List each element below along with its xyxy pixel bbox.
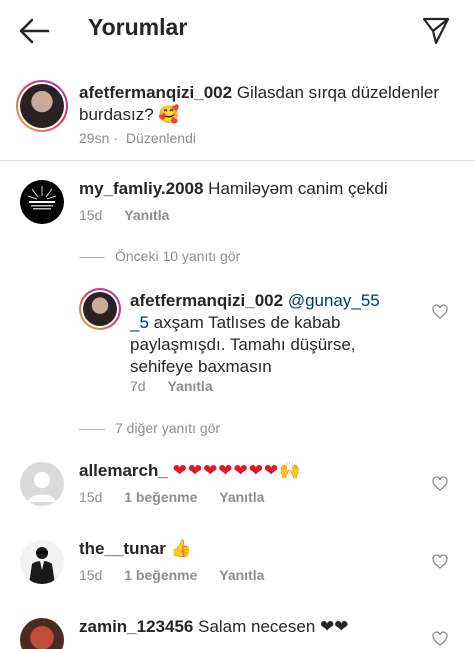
reply-username[interactable]: afetfermanqizi_002 xyxy=(130,291,283,310)
comment-text: the__tunar 👍 xyxy=(79,538,419,560)
reply-button[interactable]: Yanıtla xyxy=(167,378,212,394)
heart-outline-icon[interactable] xyxy=(432,304,448,320)
heart-outline-icon[interactable] xyxy=(432,476,448,492)
more-replies-label: 7 diğer yanıtı gör xyxy=(115,420,221,436)
send-icon[interactable] xyxy=(421,16,451,46)
avatar-person-icon xyxy=(29,547,55,584)
comment-body: Salam necesen ❤❤ xyxy=(198,617,349,636)
comment-text: zamin_123456 Salam necesen ❤❤ xyxy=(79,616,419,638)
avatar[interactable] xyxy=(20,180,64,224)
caption-time: 29sn xyxy=(79,130,110,146)
reply-button[interactable]: Yanıtla xyxy=(219,489,264,505)
heart-outline-icon[interactable] xyxy=(432,631,448,647)
comment-time: 15d xyxy=(79,567,103,583)
avatar[interactable] xyxy=(20,618,64,649)
comment-meta: 15d 1 beğenme Yanıtla xyxy=(79,567,282,583)
divider-line xyxy=(79,256,105,258)
comment-text: allemarch_ ❤❤❤❤❤❤❤🙌 xyxy=(79,460,419,482)
reply-time: 7d xyxy=(130,378,146,394)
avatar-burst-icon xyxy=(27,186,57,210)
comment-username[interactable]: allemarch_ xyxy=(79,461,168,480)
caption-edited: Düzenlendi xyxy=(125,130,196,146)
comment-username[interactable]: zamin_123456 xyxy=(79,617,193,636)
divider-line xyxy=(79,428,105,430)
reply-text: afetfermanqizi_002 @gunay_55_5 axşam Tat… xyxy=(130,290,382,378)
avatar[interactable] xyxy=(20,540,64,584)
comment-username[interactable]: my_famliy.2008 xyxy=(79,179,203,198)
post-caption: afetfermanqizi_002 Gilasdan sırqa düzeld… xyxy=(0,62,475,161)
comment-text: my_famliy.2008 Hamiləyəm canim çekdi xyxy=(79,178,439,200)
comment-body: Hamiləyəm canim çekdi xyxy=(208,179,388,198)
reply-body: axşam Tatlıses de kabab paylaşmışdı. Tam… xyxy=(130,313,356,376)
reply-meta: 7d Yanıtla xyxy=(130,378,231,394)
caption-username[interactable]: afetfermanqizi_002 xyxy=(79,83,232,102)
top-bar: Yorumlar xyxy=(0,0,475,62)
story-ring[interactable] xyxy=(79,288,121,330)
default-avatar-icon[interactable] xyxy=(20,462,64,506)
back-arrow-icon[interactable] xyxy=(18,16,50,46)
reply-button[interactable]: Yanıtla xyxy=(124,207,169,223)
comment-meta: 15d Yanıtla xyxy=(79,207,187,223)
comment-body: ❤❤❤❤❤❤❤🙌 xyxy=(172,461,302,480)
view-more-replies[interactable]: 7 diğer yanıtı gör xyxy=(79,420,220,436)
default-avatar-silhouette xyxy=(28,472,56,502)
avatar[interactable] xyxy=(20,84,64,128)
caption-text: afetfermanqizi_002 Gilasdan sırqa düzeld… xyxy=(79,82,459,126)
heart-outline-icon[interactable] xyxy=(432,554,448,570)
page-title: Yorumlar xyxy=(88,14,188,40)
view-replies-label: Önceki 10 yanıtı gör xyxy=(115,248,241,264)
comment-time: 15d xyxy=(79,207,103,223)
story-ring[interactable] xyxy=(16,80,68,132)
reply-button[interactable]: Yanıtla xyxy=(219,567,264,583)
comment-body: 👍 xyxy=(170,539,192,558)
view-previous-replies[interactable]: Önceki 10 yanıtı gör xyxy=(79,248,240,264)
comment-username[interactable]: the__tunar xyxy=(79,539,166,558)
comment-time: 15d xyxy=(79,489,103,505)
likes-count[interactable]: 1 beğenme xyxy=(124,489,197,505)
avatar[interactable] xyxy=(83,292,117,326)
caption-meta: 29sn · Düzenlendi xyxy=(79,130,196,146)
likes-count[interactable]: 1 beğenme xyxy=(124,567,197,583)
comment-meta: 15d 1 beğenme Yanıtla xyxy=(79,489,282,505)
